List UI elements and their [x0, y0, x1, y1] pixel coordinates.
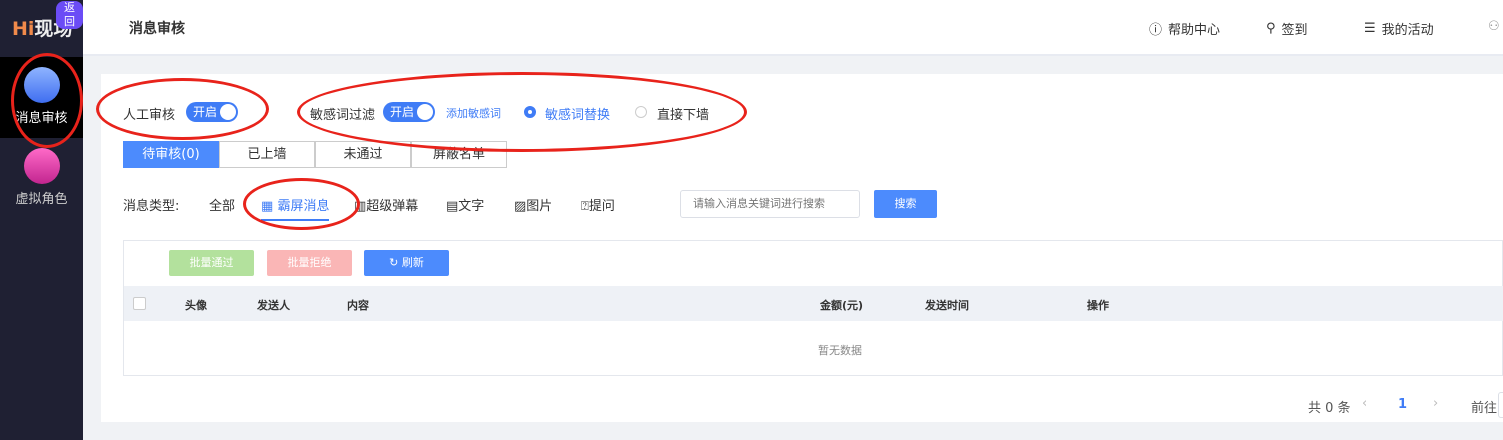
type-label: 图片: [526, 199, 553, 214]
help-center-link[interactable]: ⓘ 帮助中心: [1149, 19, 1220, 38]
link-label: 我的活动: [1381, 23, 1434, 38]
batch-approve-button[interactable]: 批量通过: [169, 250, 254, 276]
screen-icon: ▦: [261, 199, 274, 214]
type-all[interactable]: 全部: [209, 195, 235, 214]
sidebar-item-message-review[interactable]: 消息审核: [0, 57, 83, 138]
search-input[interactable]: [680, 190, 860, 218]
prev-page-icon[interactable]: ‹: [1362, 396, 1367, 411]
tab-rejected[interactable]: 未通过: [315, 141, 411, 168]
column-actions: 操作: [1087, 299, 1109, 312]
column-avatar: 头像: [185, 299, 207, 312]
column-content: 内容: [347, 299, 369, 312]
text-icon: ▤: [446, 199, 459, 214]
type-label: 提问: [588, 199, 615, 214]
link-label: 帮助中心: [1168, 23, 1221, 38]
type-image[interactable]: ▨图片: [514, 195, 552, 214]
select-all-checkbox[interactable]: [133, 297, 146, 310]
barrage-icon: ▥: [354, 199, 367, 214]
column-sender: 发送人: [257, 299, 290, 312]
user-icon: [23, 148, 60, 184]
user-icon[interactable]: ⚇: [1488, 19, 1500, 34]
location-pin-icon: ⚲: [1266, 21, 1276, 36]
replace-option-label[interactable]: 敏感词替换: [545, 104, 610, 123]
type-label: 文字: [458, 199, 485, 214]
add-sensitive-words-link[interactable]: 添加敏感词: [446, 105, 501, 121]
sidebar-item-label: 消息审核: [15, 111, 68, 126]
refresh-icon: ↻: [389, 256, 399, 269]
column-send-time: 发送时间: [925, 299, 969, 312]
button-label: 刷新: [401, 256, 424, 269]
sensitive-filter-toggle[interactable]: 开启: [383, 102, 435, 122]
sidebar-item-label: 虚拟角色: [15, 192, 68, 207]
remove-radio[interactable]: [635, 106, 647, 118]
info-icon: ⓘ: [1149, 23, 1163, 38]
manual-review-toggle[interactable]: 开启: [186, 102, 238, 122]
header: 消息审核 ⓘ 帮助中心 ⚲ 签到 ☰ 我的活动 ⚇: [83, 0, 1503, 56]
sidebar-item-virtual-role[interactable]: 虚拟角色: [0, 138, 83, 219]
remove-option-label[interactable]: 直接下墙: [657, 104, 709, 123]
goto-page-input[interactable]: [1498, 392, 1503, 418]
search-button[interactable]: 搜索: [874, 190, 937, 218]
refresh-button[interactable]: ↻ 刷新: [364, 250, 449, 276]
tab-on-wall[interactable]: 已上墙: [219, 141, 315, 168]
checkin-link[interactable]: ⚲ 签到: [1266, 19, 1308, 38]
back-button[interactable]: 返回: [56, 1, 83, 29]
type-text[interactable]: ▤文字: [446, 195, 484, 214]
column-amount: 金额(元): [820, 299, 864, 312]
message-type-label: 消息类型:: [123, 199, 180, 214]
manual-review-label: 人工审核: [123, 108, 176, 123]
link-label: 签到: [1281, 23, 1308, 38]
list-icon: ☰: [1364, 21, 1376, 36]
type-super-barrage[interactable]: ▥超级弹幕: [354, 195, 418, 214]
question-icon: ⍰: [581, 199, 589, 214]
stamp-icon: [23, 67, 60, 103]
batch-reject-button[interactable]: 批量拒绝: [267, 250, 352, 276]
type-label: 超级弹幕: [366, 199, 419, 214]
next-page-icon[interactable]: ›: [1433, 396, 1438, 411]
goto-label: 前往: [1471, 401, 1498, 416]
type-question[interactable]: ⍰提问: [581, 195, 615, 214]
table-header: [124, 286, 1503, 321]
image-icon: ▨: [514, 199, 527, 214]
page-number[interactable]: 1: [1398, 397, 1407, 412]
empty-text: 暂无数据: [818, 344, 862, 357]
type-screen-takeover[interactable]: ▦ 霸屏消息: [261, 195, 330, 221]
sensitive-filter-label: 敏感词过滤: [310, 108, 376, 123]
page-title: 消息审核: [129, 21, 185, 37]
type-label: 霸屏消息: [277, 199, 330, 214]
pagination-total: 共 0 条: [1308, 401, 1351, 416]
tab-blocklist[interactable]: 屏蔽名单: [411, 141, 507, 168]
my-activities-link[interactable]: ☰ 我的活动: [1364, 19, 1434, 38]
replace-radio[interactable]: [524, 106, 536, 118]
tab-pending[interactable]: 待审核(0): [123, 141, 219, 168]
sidebar: Hi现场 返回 消息审核 虚拟角色: [0, 0, 83, 440]
